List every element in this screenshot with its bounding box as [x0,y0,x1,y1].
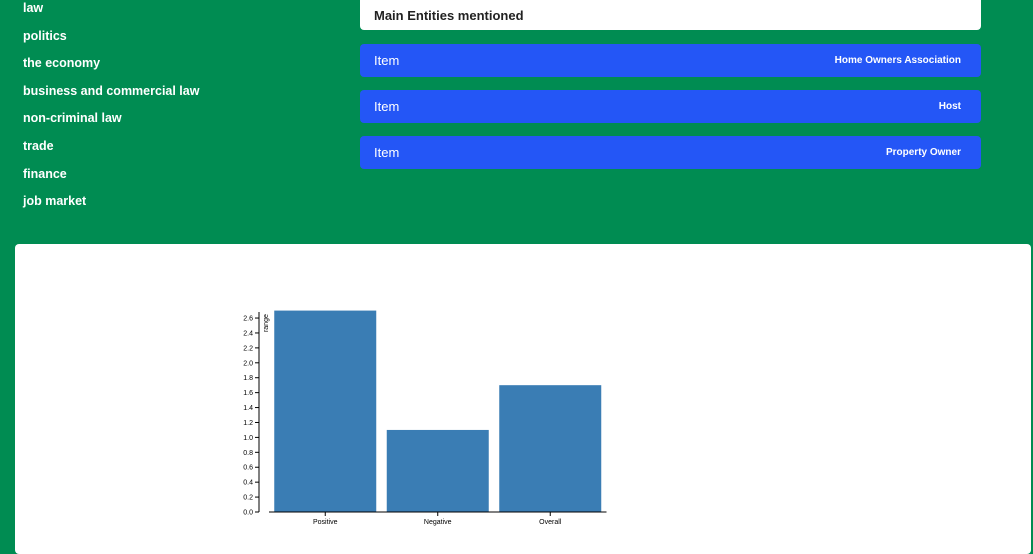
y-tick-label: 1.6 [243,390,253,397]
y-tick-label: 0.2 [243,495,253,502]
y-tick-label: 2.2 [243,345,253,352]
entity-item-label: Item [374,53,400,68]
y-tick-label: 1.2 [243,420,253,427]
x-axis: Positive Negative Overall [269,511,607,526]
y-tick-label: 1.0 [243,435,253,442]
topic-link[interactable]: trade [23,139,54,153]
topic-link[interactable]: finance [23,167,67,181]
topic-link[interactable]: the economy [23,56,100,70]
entity-item-label: Item [374,99,400,114]
bar-positive [274,310,377,512]
entity-item-label: Item [374,145,400,160]
bars [274,310,602,512]
entity-item-value: Host [938,101,961,112]
x-tick-label: Positive [313,519,338,526]
sentiment-chart-card: 0.0 0.2 0.4 0.6 0.8 1.0 1.2 1.4 1.6 1.8 2.0 2.2 2.4 2… [15,244,1031,554]
entity-item[interactable]: Item Home Owners Association [360,44,981,77]
entity-item[interactable]: Item Property Owner [360,136,981,169]
y-tick-label: 0.0 [243,510,253,517]
sentiment-bar-chart: 0.0 0.2 0.4 0.6 0.8 1.0 1.2 1.4 1.6 1.8 2.0 2.2 2.4 2… [243,310,607,526]
topic-link[interactable]: business and commercial law [23,84,199,98]
topic-link[interactable]: job market [23,194,86,208]
topic-link[interactable]: politics [23,29,67,43]
y-tick-label: 0.6 [243,465,253,472]
y-axis: 0.0 0.2 0.4 0.6 0.8 1.0 1.2 1.4 1.6 1.8 2.0 2.2 2.4 2… [243,312,270,517]
bar-negative [386,429,489,512]
x-tick-label: Overall [539,519,562,526]
y-tick-label: 2.4 [243,330,253,337]
y-tick-label: 1.4 [243,405,253,412]
entities-panel-title-text: Main Entities mentioned [374,7,524,23]
bar-overall [499,385,602,512]
entity-item-value: Home Owners Association [834,55,961,66]
y-tick-label: 2.0 [243,360,253,367]
topic-link[interactable]: non-criminal law [23,111,122,125]
x-tick-label: Negative [424,519,452,526]
y-tick-label: 2.6 [243,316,253,323]
y-tick-label: 1.8 [243,375,253,382]
topic-link[interactable]: law [23,1,43,15]
y-tick-label: 0.4 [243,480,253,487]
y-tick-label: 0.8 [243,450,253,457]
y-axis-label: range [263,314,270,332]
entities-panel-title: Main Entities mentioned [360,0,981,30]
entity-item[interactable]: Item Host [360,90,981,123]
entity-item-value: Property Owner [885,147,961,158]
